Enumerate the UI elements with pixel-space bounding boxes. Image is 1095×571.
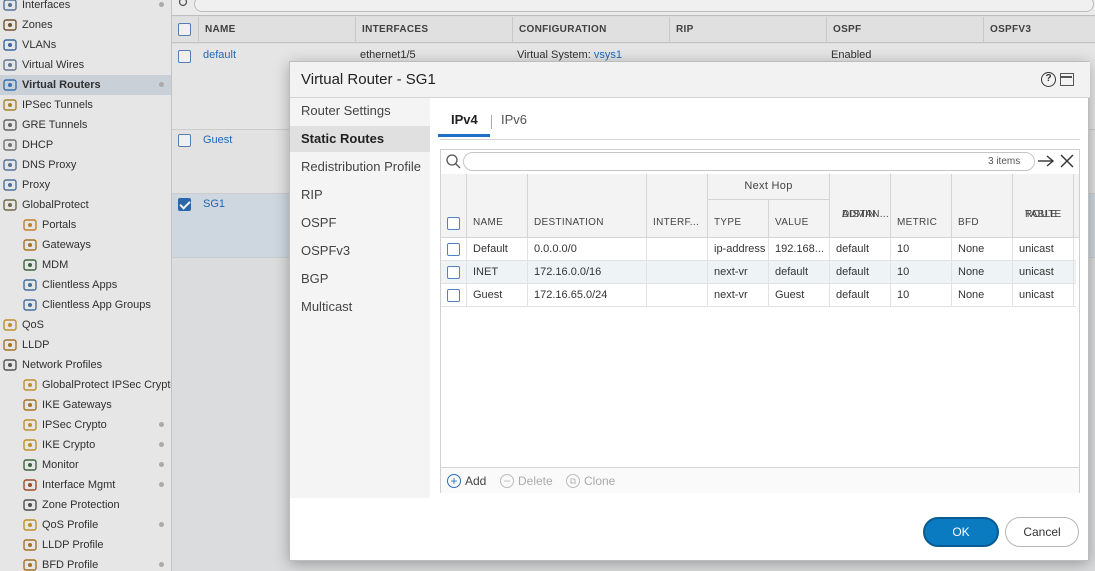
table-row[interactable]: Guest 172.16.65.0/24 next-vr Guest default 10…: [441, 284, 1076, 307]
dialog-nav-bgp[interactable]: BGP: [290, 266, 430, 292]
maximize-icon[interactable]: [1060, 73, 1074, 86]
ok-button[interactable]: OK: [923, 517, 999, 547]
column-header-interface[interactable]: INTERF...: [647, 174, 708, 238]
select-all-checkbox[interactable]: [447, 217, 460, 230]
select-all-header: [441, 174, 467, 238]
dialog-nav-ospf[interactable]: OSPF: [290, 210, 430, 236]
clear-filter-icon[interactable]: [1060, 154, 1074, 168]
help-icon[interactable]: ?: [1041, 72, 1056, 87]
clone-icon: ⧉: [566, 474, 580, 488]
add-label: Add: [465, 474, 487, 488]
table-row[interactable]: INET 172.16.0.0/16 next-vr default default 10…: [441, 261, 1076, 284]
dialog-nav-rip[interactable]: RIP: [290, 182, 430, 208]
cell-bfd: None: [952, 284, 1013, 307]
cell-interface: [647, 284, 708, 307]
dialog-nav-static-routes[interactable]: Static Routes: [290, 126, 430, 152]
cell-interface: [647, 261, 708, 284]
column-header-destination[interactable]: DESTINATION: [528, 174, 647, 238]
dialog-navigation: Router Settings Static Routes Redistributi…: [290, 98, 430, 498]
table-row[interactable]: Default 0.0.0.0/0 ip-address 192.168... defa…: [441, 238, 1076, 261]
cell-metric: 10: [891, 284, 952, 307]
cell-bfd: None: [952, 238, 1013, 261]
cell-value: default: [769, 261, 830, 284]
cell-admin-distance: default: [830, 261, 891, 284]
cell-destination: 0.0.0.0/0: [528, 238, 647, 261]
dialog-nav-multicast[interactable]: Multicast: [290, 294, 430, 320]
row-checkbox[interactable]: [447, 289, 460, 302]
dialog-header: Virtual Router - SG1 ?: [290, 62, 1090, 98]
tab-separator: [491, 115, 492, 129]
column-header-name[interactable]: NAME: [467, 174, 528, 238]
row-checkbox[interactable]: [447, 266, 460, 279]
delete-label: Delete: [518, 474, 553, 488]
cell-name: Default: [467, 238, 528, 261]
cell-metric: 10: [891, 238, 952, 261]
cell-admin-distance: default: [830, 284, 891, 307]
arrow-right-icon[interactable]: [1037, 153, 1055, 169]
add-icon: +: [447, 474, 461, 488]
clone-button[interactable]: ⧉ Clone: [566, 474, 615, 488]
column-header-admin-distance[interactable]: ADMIN DISTAN...: [830, 174, 891, 238]
cell-route-table: unicast: [1013, 284, 1074, 307]
delete-button[interactable]: − Delete: [500, 474, 553, 488]
row-checkbox[interactable]: [447, 243, 460, 256]
static-routes-panel: 3 items NAME DESTINATION INTERF... Next …: [440, 149, 1080, 493]
static-routes-grid: NAME DESTINATION INTERF... Next Hop TYPE…: [441, 174, 1079, 446]
cell-interface: [647, 238, 708, 261]
tab-ipv6[interactable]: IPv6: [501, 112, 527, 127]
grid-toolbar: 3 items: [441, 150, 1079, 174]
column-group-next-hop: Next Hop: [708, 174, 830, 200]
cell-route-table: unicast: [1013, 238, 1074, 261]
route-search-input[interactable]: [463, 152, 1035, 171]
ip-version-tabs: IPv4 IPv6: [440, 98, 1080, 140]
dialog-title: Virtual Router - SG1: [301, 71, 436, 88]
cell-value: 192.168...: [769, 238, 830, 261]
column-header-metric[interactable]: METRIC: [891, 174, 952, 238]
cell-route-table: unicast: [1013, 261, 1074, 284]
cell-name: Guest: [467, 284, 528, 307]
dialog-nav-router-settings[interactable]: Router Settings: [290, 98, 430, 124]
cell-admin-distance: default: [830, 238, 891, 261]
cell-metric: 10: [891, 261, 952, 284]
dialog-nav-redistribution-profile[interactable]: Redistribution Profile: [290, 154, 430, 180]
column-resize-spacer: [1074, 174, 1079, 238]
delete-icon: −: [500, 474, 514, 488]
items-count: 3 items: [988, 156, 1021, 167]
cell-bfd: None: [952, 261, 1013, 284]
tab-ipv4[interactable]: IPv4: [451, 112, 478, 127]
cell-value: Guest: [769, 284, 830, 307]
cell-type: next-vr: [708, 261, 769, 284]
cell-type: next-vr: [708, 284, 769, 307]
dialog-nav-ospfv3[interactable]: OSPFv3: [290, 238, 430, 264]
cell-destination: 172.16.0.0/16: [528, 261, 647, 284]
grid-actions: + Add − Delete ⧉ Clone: [441, 467, 1079, 493]
row-select-cell: [441, 238, 467, 261]
cancel-button[interactable]: Cancel: [1005, 517, 1079, 547]
cell-name: INET: [467, 261, 528, 284]
column-header-bfd[interactable]: BFD: [952, 174, 1013, 238]
row-select-cell: [441, 261, 467, 284]
column-header-value[interactable]: VALUE: [769, 200, 830, 238]
row-select-cell: [441, 284, 467, 307]
virtual-router-dialog: Virtual Router - SG1 ? Router Settings St…: [289, 61, 1090, 561]
cell-destination: 172.16.65.0/24: [528, 284, 647, 307]
add-button[interactable]: + Add: [447, 474, 486, 488]
search-icon[interactable]: [445, 153, 461, 169]
active-tab-indicator: [438, 134, 490, 137]
column-header-route-table[interactable]: ROUTE TABLE: [1013, 174, 1074, 238]
column-header-type[interactable]: TYPE: [708, 200, 769, 238]
cell-type: ip-address: [708, 238, 769, 261]
clone-label: Clone: [584, 474, 616, 488]
